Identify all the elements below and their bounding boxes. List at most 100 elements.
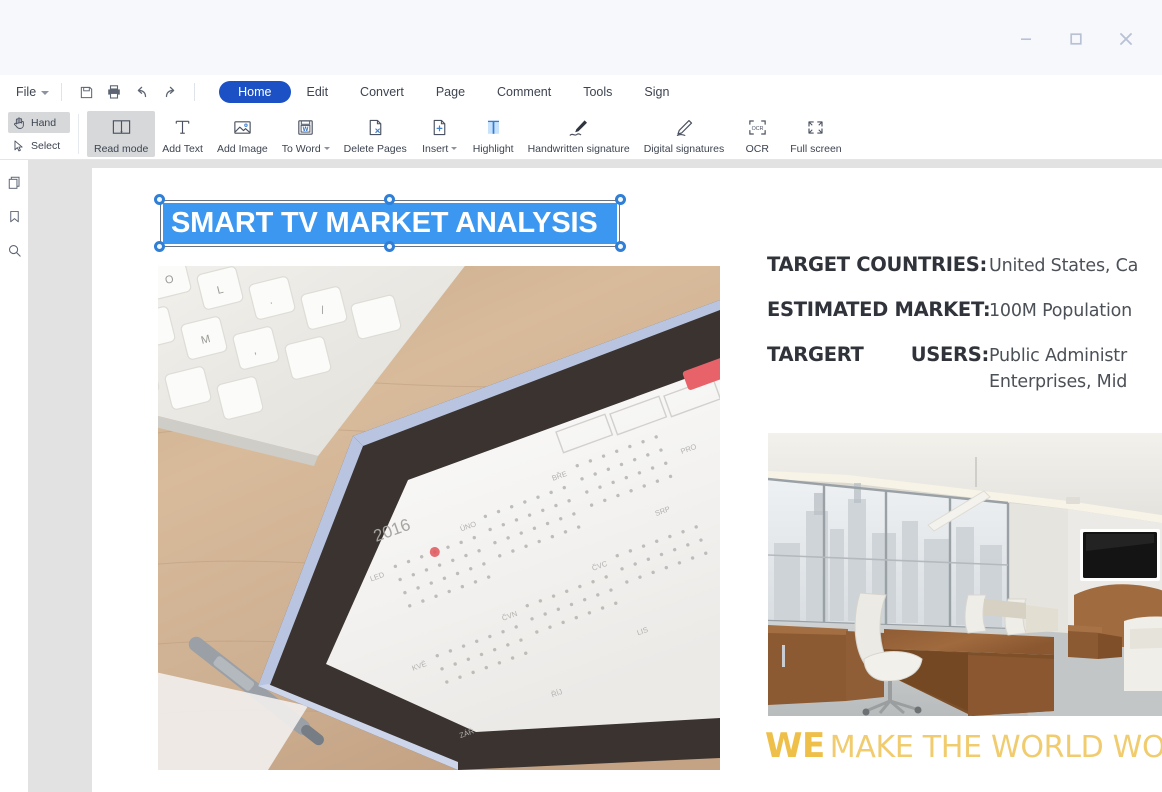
highlight-button[interactable]: Highlight xyxy=(466,112,521,157)
close-button[interactable] xyxy=(1104,24,1148,54)
print-icon xyxy=(108,85,120,99)
hand-tool-label: Hand xyxy=(31,116,57,129)
selection-bounding-box: SMART TV MARKET ANALYSIS xyxy=(160,200,620,247)
add-text-button[interactable]: Add Text xyxy=(155,112,210,157)
save-button[interactable] xyxy=(74,80,98,104)
office-photo-art xyxy=(768,433,1162,716)
to-word-button[interactable]: W To Word xyxy=(275,112,337,157)
tab-convert[interactable]: Convert xyxy=(344,81,420,103)
info-value-users: Public Administr xyxy=(989,346,1127,366)
info-row-market: ESTIMATED MARKET: 100M Population xyxy=(767,298,1162,321)
undo-icon xyxy=(137,86,147,98)
thumbnails-icon xyxy=(8,176,19,189)
tab-edit[interactable]: Edit xyxy=(291,81,345,103)
file-menu-button[interactable]: File xyxy=(16,85,50,99)
select-tool-button[interactable]: Select xyxy=(8,135,70,156)
info-label-users: TARGERT USERS: xyxy=(767,343,989,366)
selected-text-object[interactable]: SMART TV MARKET ANALYSIS xyxy=(154,194,626,252)
window-controls xyxy=(1004,24,1148,54)
resize-handle-top-left[interactable] xyxy=(154,194,165,205)
ocr-button[interactable]: OCR OCR xyxy=(731,112,783,157)
document-info-block: TARGET COUNTRIES: United States, Ca ESTI… xyxy=(767,253,1162,414)
delete-page-icon xyxy=(365,115,386,141)
tablet-calendar-photo[interactable]: O L . / K M , N xyxy=(158,266,720,770)
read-mode-button[interactable]: Read mode xyxy=(87,111,156,157)
ribbon-tabs: Home Edit Convert Page Comment Tools Sig… xyxy=(219,81,685,103)
insert-text: Insert xyxy=(422,142,449,155)
document-title-text: SMART TV MARKET ANALYSIS xyxy=(171,207,598,239)
application-window: File Home Edit Convert Page Comment Tool… xyxy=(0,0,1162,792)
menu-divider-2 xyxy=(194,83,196,101)
info-value-users-line2: Enterprises, Mid xyxy=(989,372,1128,392)
search-icon xyxy=(8,244,21,257)
info-label-users-part1: TARGERT xyxy=(767,343,864,366)
document-tagline: WE MAKE THE WORLD WO xyxy=(765,726,1162,766)
full-screen-icon xyxy=(804,115,827,141)
modern-office-photo[interactable] xyxy=(768,433,1162,716)
tab-tools[interactable]: Tools xyxy=(567,81,628,103)
sidebar-item-thumbnails[interactable] xyxy=(2,171,26,193)
info-row-users: TARGERT USERS: Public Administr Enterpri… xyxy=(767,343,1162,392)
minimize-button[interactable] xyxy=(1004,24,1048,54)
title-bar xyxy=(0,0,1162,75)
full-screen-button[interactable]: Full screen xyxy=(783,112,848,157)
insert-page-icon xyxy=(429,115,450,141)
quick-access-toolbar xyxy=(74,80,182,104)
info-label-market: ESTIMATED MARKET: xyxy=(767,298,991,321)
handwritten-signature-button[interactable]: Handwritten signature xyxy=(521,112,637,157)
resize-handle-bottom-left[interactable] xyxy=(154,241,165,252)
insert-button[interactable]: Insert xyxy=(414,112,466,157)
ocr-icon: OCR xyxy=(746,115,769,141)
menu-bar: File Home Edit Convert Page Comment Tool… xyxy=(0,75,1162,109)
book-open-icon xyxy=(111,115,132,141)
highlight-label: Highlight xyxy=(472,142,514,155)
tab-comment[interactable]: Comment xyxy=(481,81,567,103)
tab-home[interactable]: Home xyxy=(219,81,291,103)
to-word-label: To Word xyxy=(282,143,330,155)
hand-tool-button[interactable]: Hand xyxy=(8,112,70,133)
chevron-down-icon xyxy=(451,147,458,150)
resize-handle-top-center[interactable] xyxy=(384,194,395,205)
close-icon xyxy=(1120,33,1132,45)
redo-icon xyxy=(166,86,175,98)
print-button[interactable] xyxy=(102,80,126,104)
insert-label: Insert xyxy=(422,142,458,155)
resize-handle-bottom-right[interactable] xyxy=(615,241,626,252)
sidebar-item-search[interactable] xyxy=(2,239,26,261)
redo-button[interactable] xyxy=(158,80,182,104)
image-icon xyxy=(232,115,253,141)
chevron-down-icon xyxy=(41,91,50,95)
tagline-bold: WE xyxy=(765,726,825,766)
undo-button[interactable] xyxy=(130,80,154,104)
maximize-icon xyxy=(1070,33,1082,45)
resize-handle-bottom-center[interactable] xyxy=(384,241,395,252)
highlight-icon xyxy=(483,115,504,141)
document-viewer[interactable]: SMART TV MARKET ANALYSIS O L . / M , 201… xyxy=(28,160,1162,792)
delete-pages-button[interactable]: Delete Pages xyxy=(337,112,414,157)
to-word-text: To Word xyxy=(281,142,321,155)
text-t-icon xyxy=(172,115,193,141)
title-highlight: SMART TV MARKET ANALYSIS xyxy=(163,203,617,244)
info-label-users-part2: USERS: xyxy=(910,343,990,366)
left-sidebar xyxy=(0,160,28,792)
delete-pages-label: Delete Pages xyxy=(343,142,407,155)
pdf-page[interactable]: SMART TV MARKET ANALYSIS O L . / M , 201… xyxy=(92,168,1162,792)
digital-signatures-label: Digital signatures xyxy=(643,142,725,155)
info-row-countries: TARGET COUNTRIES: United States, Ca xyxy=(767,253,1162,276)
save-icon xyxy=(80,86,92,98)
add-image-button[interactable]: Add Image xyxy=(210,112,275,157)
maximize-button[interactable] xyxy=(1054,24,1098,54)
svg-text:W: W xyxy=(303,126,309,133)
pen-signature-icon xyxy=(567,115,591,141)
sidebar-item-bookmarks[interactable] xyxy=(2,205,26,227)
digital-signatures-button[interactable]: Digital signatures xyxy=(637,112,732,157)
chevron-down-icon xyxy=(323,147,330,150)
svg-text:OCR: OCR xyxy=(751,126,763,132)
tab-sign[interactable]: Sign xyxy=(628,81,685,103)
ribbon-toolbar: Hand Select Read mode Add Text Add Image… xyxy=(0,109,1162,160)
tab-page[interactable]: Page xyxy=(420,81,481,103)
ocr-label: OCR xyxy=(745,142,769,155)
read-mode-label: Read mode xyxy=(94,142,149,155)
info-value-countries: United States, Ca xyxy=(989,256,1139,276)
resize-handle-top-right[interactable] xyxy=(615,194,626,205)
